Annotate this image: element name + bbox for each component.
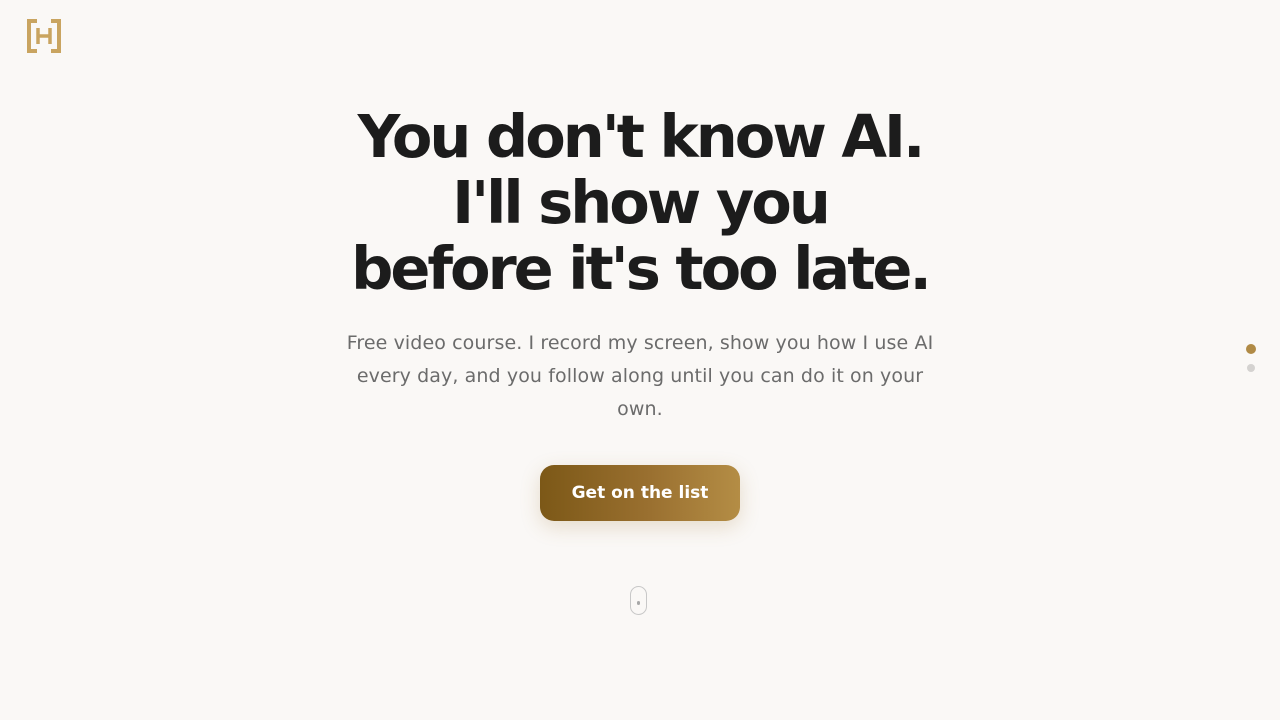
logo-icon	[27, 19, 61, 53]
hero-subtext: Free video course. I record my screen, s…	[346, 332, 934, 420]
get-on-list-button[interactable]: Get on the list	[540, 465, 740, 521]
headline-line-3: before it's too late.	[351, 234, 932, 303]
section-nav-dots	[1246, 344, 1258, 382]
scroll-down-icon[interactable]	[630, 586, 647, 615]
headline-line-2: I'll show you	[452, 168, 831, 237]
section-nav-dot-1[interactable]	[1246, 344, 1256, 354]
brand-logo[interactable]	[26, 18, 62, 54]
hero-headline: You don't know AI. I'll show you before …	[0, 104, 1280, 302]
headline-line-1: You don't know AI.	[357, 102, 926, 171]
scroll-wheel-dot	[637, 601, 640, 605]
section-nav-dot-2[interactable]	[1247, 364, 1255, 372]
hero-section: You don't know AI. I'll show you before …	[0, 104, 1280, 426]
